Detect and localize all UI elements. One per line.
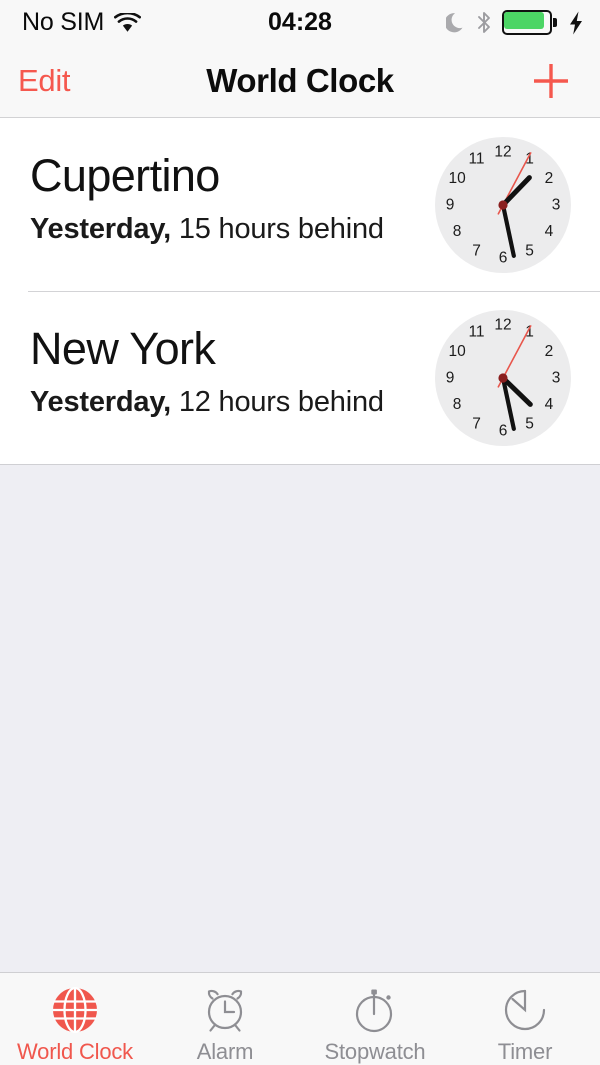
alarm-clock-icon — [207, 989, 243, 1032]
clock-numeral: 12 — [494, 143, 511, 160]
tab-label: Timer — [497, 1039, 553, 1064]
tab-timer[interactable]: Timer — [450, 973, 600, 1065]
clock-numeral: 9 — [446, 369, 455, 386]
clock-numeral: 2 — [545, 170, 554, 187]
clock-numeral: 9 — [446, 196, 455, 213]
battery-icon — [502, 10, 558, 35]
clock-numeral: 8 — [453, 223, 462, 240]
city-row-text: Cupertino Yesterday, 15 hours behind — [30, 152, 384, 246]
clock-numeral: 7 — [472, 415, 481, 432]
table-row[interactable]: New York Yesterday, 12 hours behind 12 1… — [0, 291, 600, 464]
status-bar-right — [446, 10, 584, 35]
table-row[interactable]: Cupertino Yesterday, 15 hours behind 12 … — [0, 118, 600, 291]
clock-numeral: 5 — [525, 242, 534, 259]
clock-numeral: 5 — [525, 415, 534, 432]
clock-numeral: 4 — [545, 396, 554, 413]
clock-numeral: 10 — [448, 343, 466, 360]
analog-clock-face-new-york: 12 1 2 3 4 5 6 7 8 9 10 11 — [435, 309, 571, 446]
clock-numeral: 3 — [552, 369, 561, 386]
timer-icon — [504, 989, 546, 1031]
city-day-label: Yesterday, — [30, 213, 171, 246]
analog-clock: 12 1 2 3 4 5 6 7 8 9 10 11 — [434, 136, 572, 274]
clock-numeral: 1 — [525, 323, 534, 340]
add-city-button[interactable] — [530, 60, 572, 102]
plus-icon — [534, 64, 568, 98]
analog-clock-face-cupertino: 12 1 2 3 4 5 6 7 8 9 10 11 — [435, 136, 571, 273]
status-bar: No SIM 04:28 — [0, 0, 600, 45]
charging-bolt-icon — [570, 11, 582, 34]
city-list: Cupertino Yesterday, 15 hours behind 12 … — [0, 118, 600, 465]
clock-numeral: 12 — [494, 316, 511, 333]
tab-label: Stopwatch — [324, 1039, 426, 1064]
tab-world-clock[interactable]: World Clock — [0, 973, 150, 1065]
tab-label: World Clock — [17, 1039, 133, 1064]
clock-numeral: 3 — [552, 196, 561, 213]
moon-icon — [446, 12, 463, 32]
clock-numeral: 11 — [468, 323, 484, 340]
city-offset-label: 12 hours behind — [178, 386, 384, 419]
clock-hub — [498, 199, 508, 210]
clock-numeral: 8 — [453, 396, 462, 413]
navigation-bar: Edit World Clock — [0, 45, 600, 118]
clock-numeral: 7 — [472, 242, 481, 259]
city-day-label: Yesterday, — [30, 386, 171, 419]
city-offset: Yesterday, 15 hours behind — [30, 213, 384, 246]
tab-alarm[interactable]: Alarm — [150, 973, 300, 1065]
world-clock-screen: No SIM 04:28 Edit World Clock Cupertino … — [0, 0, 600, 1065]
list-bottom-divider — [0, 464, 600, 465]
globe-icon — [53, 986, 97, 1034]
stopwatch-icon — [355, 989, 393, 1033]
city-name: New York — [30, 323, 216, 374]
clock-numeral: 4 — [545, 223, 554, 240]
bluetooth-icon — [478, 12, 490, 33]
clock-numeral: 6 — [499, 249, 508, 266]
city-name: Cupertino — [30, 150, 220, 201]
city-offset: Yesterday, 12 hours behind — [30, 386, 384, 419]
clock-numeral: 11 — [468, 150, 484, 167]
clock-numeral: 2 — [545, 343, 554, 360]
clock-numeral: 6 — [499, 422, 508, 439]
clock-hub — [498, 372, 508, 383]
tab-stopwatch[interactable]: Stopwatch — [300, 973, 450, 1065]
tab-label: Alarm — [196, 1039, 254, 1064]
tab-bar: World Clock Alarm Stopwatch Timer — [0, 972, 600, 1065]
clock-numeral: 1 — [525, 150, 534, 167]
analog-clock: 12 1 2 3 4 5 6 7 8 9 10 11 — [434, 309, 572, 447]
city-offset-label: 15 hours behind — [178, 213, 384, 246]
clock-numeral: 10 — [448, 170, 466, 187]
city-row-text: New York Yesterday, 12 hours behind — [30, 325, 384, 419]
page-title: World Clock — [206, 62, 394, 99]
